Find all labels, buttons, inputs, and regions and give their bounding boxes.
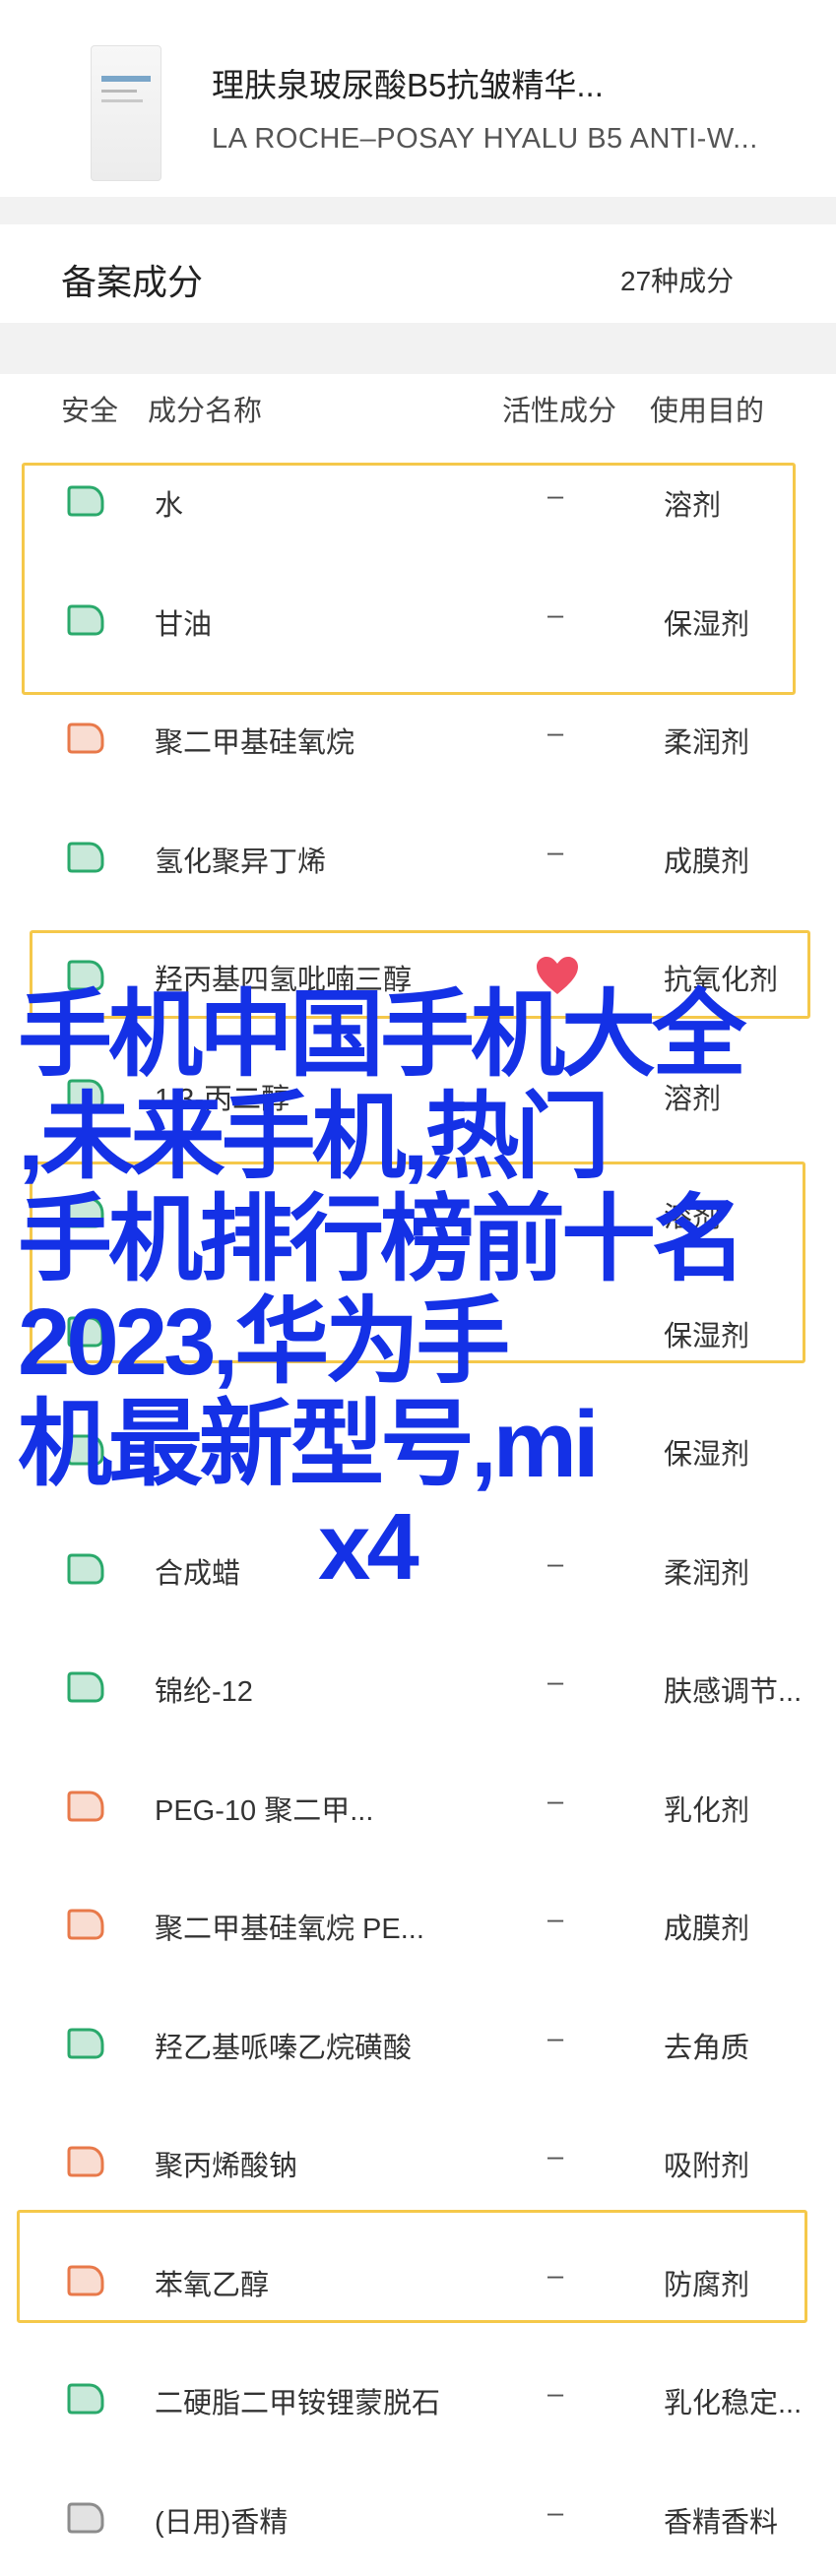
highlight-frame bbox=[17, 2210, 807, 2323]
col-activity: 活性成分 bbox=[502, 396, 617, 427]
col-purpose: 使用目的 bbox=[650, 396, 765, 427]
safety-icon bbox=[67, 723, 104, 754]
ingredient-row[interactable]: 聚二甲基硅氧烷 – 柔润剂 bbox=[0, 678, 836, 796]
active-flag: – bbox=[547, 2378, 564, 2410]
ingredient-purpose: 乳化剂 bbox=[664, 1794, 750, 1827]
overlay-line: x4 bbox=[318, 1494, 419, 1600]
ingredient-row[interactable]: (日用)香精 – 香精香料 bbox=[0, 2458, 836, 2576]
ingredient-purpose: 乳化稳定... bbox=[664, 2388, 803, 2419]
ingredient-purpose: 吸附剂 bbox=[664, 2151, 750, 2182]
ingredient-row[interactable]: 二硬脂二甲铵锂蒙脱石 – 乳化稳定... bbox=[0, 2339, 836, 2457]
ingredient-row[interactable]: 羟乙基哌嗪乙烷磺酸 – 去角质 bbox=[0, 1983, 836, 2102]
active-flag: – bbox=[547, 836, 564, 868]
product-header[interactable]: 理肤泉玻尿酸B5抗皱精华... LA ROCHE–POSAY HYALU B5 … bbox=[0, 0, 836, 197]
active-flag: – bbox=[547, 1666, 564, 1698]
col-safety: 安全 bbox=[61, 396, 119, 427]
active-flag: – bbox=[547, 2022, 564, 2054]
safety-icon bbox=[67, 2502, 104, 2533]
ingredient-purpose: 成膜剂 bbox=[664, 846, 750, 878]
overlay-line: 2023,华为手 bbox=[18, 1289, 510, 1395]
ingredient-count: 27种成分 bbox=[620, 266, 735, 296]
ingredient-purpose: 成膜剂 bbox=[664, 1914, 750, 1945]
ingredient-purpose: 香精香料 bbox=[664, 2506, 779, 2539]
ingredient-name: 羟乙基哌嗪乙烷磺酸 bbox=[155, 2032, 413, 2064]
ingredient-name: 聚丙烯酸钠 bbox=[155, 2151, 298, 2182]
ingredient-row[interactable]: PEG-10 聚二甲... – 乳化剂 bbox=[0, 1746, 836, 1864]
active-flag: – bbox=[547, 2141, 564, 2172]
ingredient-name: 锦纶-12 bbox=[155, 1676, 253, 1708]
safety-icon bbox=[67, 1671, 104, 1703]
ingredient-row[interactable]: 聚二甲基硅氧烷 PE... – 成膜剂 bbox=[0, 1864, 836, 1982]
overlay-headline[interactable]: 手机中国手机大全 ,未来手机,热门 手机排行榜前十名 2023,华为手 机最新型… bbox=[18, 984, 825, 1599]
safety-icon bbox=[67, 1791, 104, 1821]
overlay-line: 手机中国手机大全 bbox=[18, 982, 746, 1088]
product-subtitle: LA ROCHE–POSAY HYALU B5 ANTI-W... bbox=[212, 123, 758, 155]
active-flag: – bbox=[547, 718, 564, 749]
ingredient-name: 二硬脂二甲铵锂蒙脱石 bbox=[155, 2388, 441, 2419]
active-flag: – bbox=[547, 1785, 564, 1817]
active-flag: – bbox=[547, 2496, 564, 2529]
overlay-line: ,未来手机,热门 bbox=[18, 1085, 610, 1190]
safety-icon bbox=[67, 2146, 104, 2177]
ingredient-name: 聚二甲基硅氧烷 bbox=[155, 727, 355, 759]
ingredient-name: (日用)香精 bbox=[155, 2506, 289, 2539]
divider bbox=[0, 197, 836, 224]
divider bbox=[0, 323, 836, 374]
ingredient-row[interactable]: 锦纶-12 – 肤感调节... bbox=[0, 1627, 836, 1745]
ingredient-row[interactable]: 聚丙烯酸钠 – 吸附剂 bbox=[0, 2102, 836, 2220]
col-name: 成分名称 bbox=[148, 396, 263, 427]
table-header: 安全 成分名称 活性成分 使用目的 bbox=[0, 374, 836, 433]
ingredient-purpose: 肤感调节... bbox=[664, 1676, 803, 1708]
ingredient-row[interactable]: 氢化聚异丁烯 – 成膜剂 bbox=[0, 797, 836, 915]
section-title: 备案成分 bbox=[61, 262, 204, 302]
highlight-frame bbox=[22, 463, 796, 695]
ingredient-name: PEG-10 聚二甲... bbox=[155, 1794, 374, 1827]
overlay-line: 机最新型号,mi bbox=[18, 1392, 600, 1497]
section-header: 备案成分 27种成分 bbox=[0, 224, 836, 323]
product-title: 理肤泉玻尿酸B5抗皱精华... bbox=[212, 67, 604, 103]
safety-icon bbox=[67, 2383, 104, 2415]
ingredient-purpose: 去角质 bbox=[664, 2032, 750, 2064]
overlay-line: 手机排行榜前十名 bbox=[18, 1187, 746, 1292]
ingredient-purpose: 柔润剂 bbox=[664, 727, 750, 759]
safety-icon bbox=[67, 2028, 104, 2058]
safety-icon bbox=[67, 842, 104, 872]
safety-icon bbox=[67, 1909, 104, 1940]
active-flag: – bbox=[547, 1904, 564, 1935]
ingredient-name: 氢化聚异丁烯 bbox=[155, 846, 327, 878]
ingredient-name: 聚二甲基硅氧烷 PE... bbox=[155, 1914, 424, 1945]
product-image bbox=[91, 45, 161, 181]
